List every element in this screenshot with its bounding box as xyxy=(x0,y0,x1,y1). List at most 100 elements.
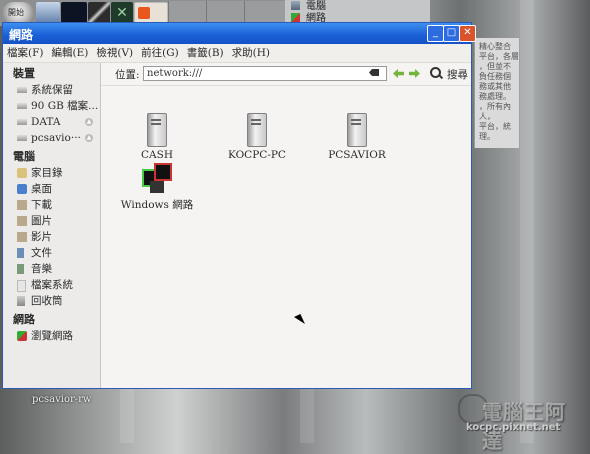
sidebar-item-data[interactable]: DATA ▲ xyxy=(3,114,100,130)
menubar: 檔案(F) 編輯(E) 檢視(V) 前往(G) 書籤(B) 求助(H) xyxy=(3,44,471,63)
network-item-pcsavior[interactable]: PCSAVIOR xyxy=(317,113,397,161)
folder-icon xyxy=(17,200,27,210)
doc-line: 精心整合 xyxy=(479,42,511,51)
sidebar-item-videos[interactable]: 影片 xyxy=(3,229,100,245)
network-item-label: PCSAVIOR xyxy=(328,149,386,161)
file-manager-window: 網路 _ □ ✕ 檔案(F) 編輯(E) 檢視(V) 前往(G) 書籤(B) 求助(H) … xyxy=(2,22,476,389)
network-item-label: CASH xyxy=(141,149,173,161)
doc-line: 平台，統 xyxy=(479,122,511,131)
eject-icon[interactable]: ▲ xyxy=(85,134,93,142)
sidebar-item-label: 檔案系統 xyxy=(31,279,73,291)
sidebar-item-desktop[interactable]: 桌面 xyxy=(3,181,100,197)
taskbar-window-button[interactable]: ✕ xyxy=(111,2,133,24)
network-item-cash[interactable]: CASH xyxy=(117,113,197,161)
folder-icon xyxy=(17,216,27,226)
sidebar-item-label: 家目錄 xyxy=(31,167,63,179)
menu-file[interactable]: 檔案(F) xyxy=(3,44,47,62)
watermark-url: kocpc.pixnet.net xyxy=(466,422,561,433)
sidebar: 裝置 系統保留 90 GB 檔案... DATA ▲ pcsavio··· ▲ … xyxy=(3,63,101,388)
music-icon xyxy=(17,264,24,274)
network-item-kocpc-pc[interactable]: KOCPC-PC xyxy=(217,113,297,161)
computer-icon xyxy=(291,1,300,10)
menu-bookmarks[interactable]: 書籤(B) xyxy=(183,44,228,62)
windows-network-icon xyxy=(142,163,172,195)
close-button[interactable]: ✕ xyxy=(459,25,476,42)
folder-icon xyxy=(17,232,27,242)
menu-help[interactable]: 求助(H) xyxy=(228,44,274,62)
background-document: 精心整合 平台，各層 ，但並不 負任務個 務或其他 務處理。 ，所有內 人， 平… xyxy=(474,38,519,148)
sidebar-item-label: 圖片 xyxy=(31,215,52,227)
doc-line: 負任務個 xyxy=(479,72,511,81)
eject-icon[interactable]: ▲ xyxy=(85,118,93,126)
back-arrow-icon[interactable] xyxy=(393,69,404,78)
titlebar[interactable]: 網路 _ □ ✕ xyxy=(3,23,476,44)
sidebar-item-label: 系統保留 xyxy=(31,84,73,96)
doc-line: ，所有內 xyxy=(479,102,511,111)
sidebar-item-system-reserved[interactable]: 系統保留 xyxy=(3,82,100,98)
doc-line: 務或其他 xyxy=(479,82,511,91)
content-area: 位置: 搜尋 CASH KOCPC-PC PCSAVIOR Windows 網路 xyxy=(101,63,471,388)
drive-icon xyxy=(17,119,27,125)
places-item-computer[interactable]: 電腦 xyxy=(291,1,326,13)
taskbar-window-button[interactable] xyxy=(88,2,110,24)
sidebar-item-label: 瀏覽網路 xyxy=(31,330,73,342)
location-label: 位置: xyxy=(115,69,140,81)
taskbar-window-button[interactable] xyxy=(61,2,87,24)
start-label: 開始 xyxy=(8,8,24,17)
watermark: 電腦王阿達 kocpc.pixnet.net xyxy=(458,392,586,453)
sidebar-item-trash[interactable]: 回收筒 xyxy=(3,293,100,309)
doc-line: 平台，各層 xyxy=(479,52,519,61)
sidebar-header-computer: 電腦 xyxy=(13,150,35,163)
menu-view[interactable]: 檢視(V) xyxy=(92,44,137,62)
sidebar-item-label: 桌面 xyxy=(31,183,52,195)
document-icon xyxy=(17,248,24,258)
places-item-label: 電腦 xyxy=(306,1,326,12)
sidebar-item-label: pcsavio··· xyxy=(31,132,81,144)
home-icon xyxy=(17,168,27,178)
start-button[interactable]: 開始 xyxy=(2,2,34,24)
computer-icon xyxy=(347,113,367,147)
drive-icon xyxy=(17,103,27,109)
sidebar-item-label: 文件 xyxy=(31,247,52,259)
wallpaper-streak xyxy=(520,0,534,443)
sidebar-item-filesystem[interactable]: 檔案系統 xyxy=(3,277,100,293)
menu-edit[interactable]: 編輯(E) xyxy=(47,44,92,62)
sidebar-item-label: 影片 xyxy=(31,231,52,243)
maximize-button[interactable]: □ xyxy=(443,25,460,42)
network-item-windows-network[interactable]: Windows 網路 xyxy=(117,163,197,212)
search-icon[interactable] xyxy=(430,67,441,78)
minimize-button[interactable]: _ xyxy=(427,25,444,42)
forward-arrow-icon[interactable] xyxy=(409,69,420,78)
network-item-label: Windows 網路 xyxy=(120,199,194,211)
drive-icon xyxy=(17,87,27,93)
sidebar-header-network: 網路 xyxy=(13,313,35,326)
network-icon xyxy=(17,331,27,341)
network-item-label: KOCPC-PC xyxy=(228,149,286,161)
app-icon xyxy=(138,7,150,19)
sidebar-item-home[interactable]: 家目錄 xyxy=(3,165,100,181)
search-button[interactable]: 搜尋 xyxy=(447,67,468,82)
sidebar-item-label: 下載 xyxy=(31,199,52,211)
sidebar-item-documents[interactable]: 文件 xyxy=(3,245,100,261)
sidebar-item-downloads[interactable]: 下載 xyxy=(3,197,100,213)
menu-go[interactable]: 前往(G) xyxy=(137,44,183,62)
doc-line: 理。 xyxy=(479,132,495,141)
sidebar-item-browse-network[interactable]: 瀏覽網路 xyxy=(3,328,100,344)
sidebar-item-label: 音樂 xyxy=(31,263,52,275)
location-input[interactable] xyxy=(143,66,387,81)
sidebar-item-pcsavior[interactable]: pcsavio··· ▲ xyxy=(3,130,100,146)
desktop-icon xyxy=(17,184,27,194)
sidebar-item-music[interactable]: 音樂 xyxy=(3,261,100,277)
sidebar-item-pictures[interactable]: 圖片 xyxy=(3,213,100,229)
sidebar-item-90gb[interactable]: 90 GB 檔案... xyxy=(3,98,100,114)
trash-icon xyxy=(17,296,25,306)
sidebar-item-label: 90 GB 檔案... xyxy=(31,100,99,112)
filesystem-icon xyxy=(17,280,26,292)
desktop-icon-label[interactable]: pcsavior-rw xyxy=(32,394,91,405)
network-icon xyxy=(291,13,300,22)
taskbar-window-button[interactable] xyxy=(36,2,60,24)
drive-icon xyxy=(17,135,27,141)
sidebar-item-label: DATA xyxy=(31,116,61,128)
location-bar: 位置: 搜尋 xyxy=(101,63,471,86)
computer-icon xyxy=(147,113,167,147)
